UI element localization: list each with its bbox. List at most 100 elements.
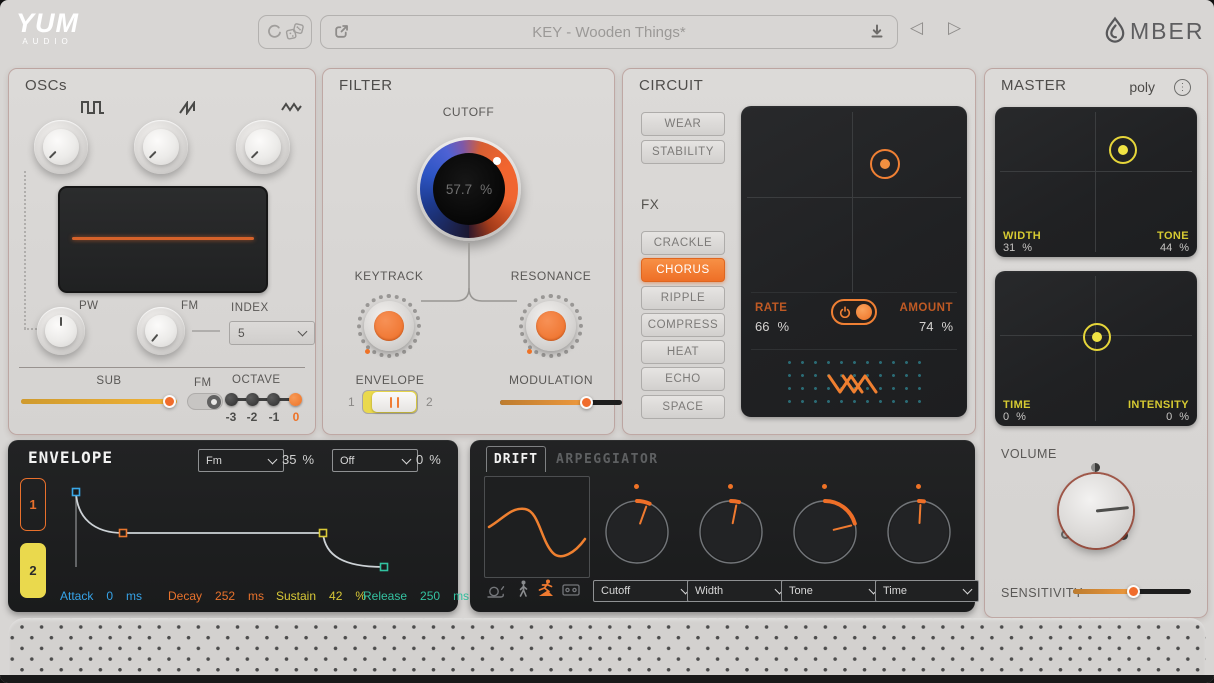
tab-drift[interactable]: DRIFT: [486, 446, 546, 472]
drift-target-dropdown-1[interactable]: Cutoff: [593, 580, 697, 602]
mod-route-line: [24, 171, 26, 329]
drift-target-3-value: Tone: [789, 585, 813, 597]
tab-arpeggiator[interactable]: ARPEGGIATOR: [556, 452, 659, 467]
osc1-knob[interactable]: [34, 120, 88, 174]
modulation-slider[interactable]: [500, 396, 622, 408]
flame-icon: [1102, 16, 1128, 46]
modulation-label: MODULATION: [501, 373, 601, 387]
bottom-edge: [0, 675, 1214, 683]
fm-toggle[interactable]: [187, 393, 223, 410]
envelope-select-switch[interactable]: [362, 390, 418, 414]
drift-target-dropdown-4[interactable]: Time: [875, 580, 979, 602]
width-tone-pad[interactable]: WIDTH 31% TONE 44%: [995, 107, 1197, 257]
walk-icon[interactable]: [516, 580, 531, 598]
envelope-option-2[interactable]: 2: [426, 395, 433, 409]
decay-handle[interactable]: [120, 530, 127, 537]
octave-dot-minus1[interactable]: [267, 393, 280, 406]
cutoff-knob[interactable]: 57.7 %: [417, 137, 521, 241]
cutoff-unit: %: [480, 182, 492, 197]
sensitivity-slider[interactable]: [1073, 585, 1191, 597]
drift-target-dropdown-2[interactable]: Width: [687, 580, 791, 602]
envelope-tab-1[interactable]: 1: [20, 478, 46, 531]
fx-button-space[interactable]: SPACE: [641, 395, 725, 419]
attack-handle[interactable]: [73, 489, 80, 496]
drift-wave-display: [484, 476, 590, 578]
osc3-knob[interactable]: [236, 120, 290, 174]
fm-toggle-knob[interactable]: [207, 395, 221, 409]
snail-icon[interactable]: [486, 583, 506, 599]
preset-bar[interactable]: KEY - Wooden Things*: [320, 15, 898, 49]
octave-dot-minus3[interactable]: [225, 393, 238, 406]
envelope-graph[interactable]: [52, 480, 448, 575]
fm-knob[interactable]: [137, 307, 185, 355]
env-mod-amount-1[interactable]: 35%: [282, 452, 314, 467]
envelope-panel: ENVELOPE Fm 35% Off 0% 1 2 Attack0ms: [8, 440, 458, 612]
env-mod-amount-2[interactable]: 0%: [416, 452, 441, 467]
preset-title[interactable]: KEY - Wooden Things*: [321, 24, 897, 41]
index-label: INDEX: [231, 302, 269, 314]
circuit-xy-pad[interactable]: RATE 66% AMOUNT 74%: [741, 106, 967, 417]
octave-dot-minus2[interactable]: [246, 393, 259, 406]
time-intensity-puck[interactable]: [1083, 323, 1111, 351]
envelope-title: ENVELOPE: [28, 448, 113, 467]
octave-label-minus1[interactable]: -1: [264, 410, 284, 424]
fx-button-ripple[interactable]: RIPPLE: [641, 286, 725, 310]
rate-value: 66%: [755, 319, 789, 334]
run-icon[interactable]: [536, 579, 556, 597]
fx-button-chorus[interactable]: CHORUS: [641, 258, 725, 282]
release-handle[interactable]: [381, 564, 388, 571]
prev-preset-button[interactable]: ◁: [910, 18, 923, 38]
index-dropdown[interactable]: 5: [229, 321, 315, 345]
wear-button[interactable]: WEAR: [641, 112, 725, 136]
octave-label-minus3[interactable]: -3: [221, 410, 241, 424]
stability-button[interactable]: STABILITY: [641, 140, 725, 164]
fx-button-compress[interactable]: COMPRESS: [641, 313, 725, 337]
env-mod-target-2-dropdown[interactable]: Off: [332, 449, 418, 472]
download-icon[interactable]: [869, 23, 885, 40]
drift-knob-tone[interactable]: [791, 484, 859, 568]
osc2-knob[interactable]: [134, 120, 188, 174]
volume-knob[interactable]: [1059, 474, 1133, 548]
decay-readout: Decay252ms: [168, 589, 264, 603]
octave-label-minus2[interactable]: -2: [242, 410, 262, 424]
intensity-label: INTENSITY: [1128, 399, 1189, 411]
chevron-down-icon: [963, 585, 973, 595]
drift-target-dropdown-3[interactable]: Tone: [781, 580, 885, 602]
fx-power-toggle[interactable]: [831, 299, 877, 325]
dice-icon[interactable]: [285, 22, 305, 42]
pw-label: PW: [79, 300, 99, 312]
octave-dot-0[interactable]: [289, 393, 302, 406]
sub-slider-thumb[interactable]: [163, 395, 176, 408]
voice-mode[interactable]: poly: [1129, 79, 1155, 95]
chorus-wave-icon: [826, 368, 882, 398]
drift-knob-cutoff[interactable]: [603, 484, 671, 568]
power-toggle-knob[interactable]: [856, 304, 872, 320]
drift-knob-time[interactable]: [885, 484, 953, 568]
octave-label-0[interactable]: 0: [286, 410, 306, 424]
info-icon[interactable]: ⋮: [1174, 79, 1191, 96]
circuit-panel: CIRCUIT WEAR STABILITY FX CRACKLE CHORUS…: [622, 68, 976, 435]
envelope-switch-handle[interactable]: [372, 392, 416, 412]
sustain-handle[interactable]: [320, 530, 327, 537]
sub-slider[interactable]: [21, 395, 177, 407]
amount-label: AMOUNT: [900, 302, 953, 314]
fx-button-heat[interactable]: HEAT: [641, 340, 725, 364]
time-intensity-pad[interactable]: TIME 0% INTENSITY 0%: [995, 271, 1197, 426]
circuit-xy-puck[interactable]: [870, 149, 900, 179]
scope-trace: [72, 237, 254, 240]
modulation-slider-thumb[interactable]: [580, 396, 593, 409]
env-mod-target-1-dropdown[interactable]: Fm: [198, 449, 284, 472]
drift-knob-pip: [822, 484, 827, 489]
drift-knob-pip: [634, 484, 639, 489]
drift-knob-width[interactable]: [697, 484, 765, 568]
width-tone-puck[interactable]: [1109, 136, 1137, 164]
next-preset-button[interactable]: ▷: [948, 18, 961, 38]
tape-icon[interactable]: [562, 584, 580, 596]
sensitivity-slider-thumb[interactable]: [1127, 585, 1140, 598]
pw-knob[interactable]: [37, 307, 85, 355]
envelope-option-1[interactable]: 1: [348, 395, 355, 409]
fx-button-echo[interactable]: ECHO: [641, 367, 725, 391]
envelope-tab-2[interactable]: 2: [20, 543, 46, 598]
history-icon[interactable]: [266, 24, 282, 40]
fx-button-crackle[interactable]: CRACKLE: [641, 231, 725, 255]
